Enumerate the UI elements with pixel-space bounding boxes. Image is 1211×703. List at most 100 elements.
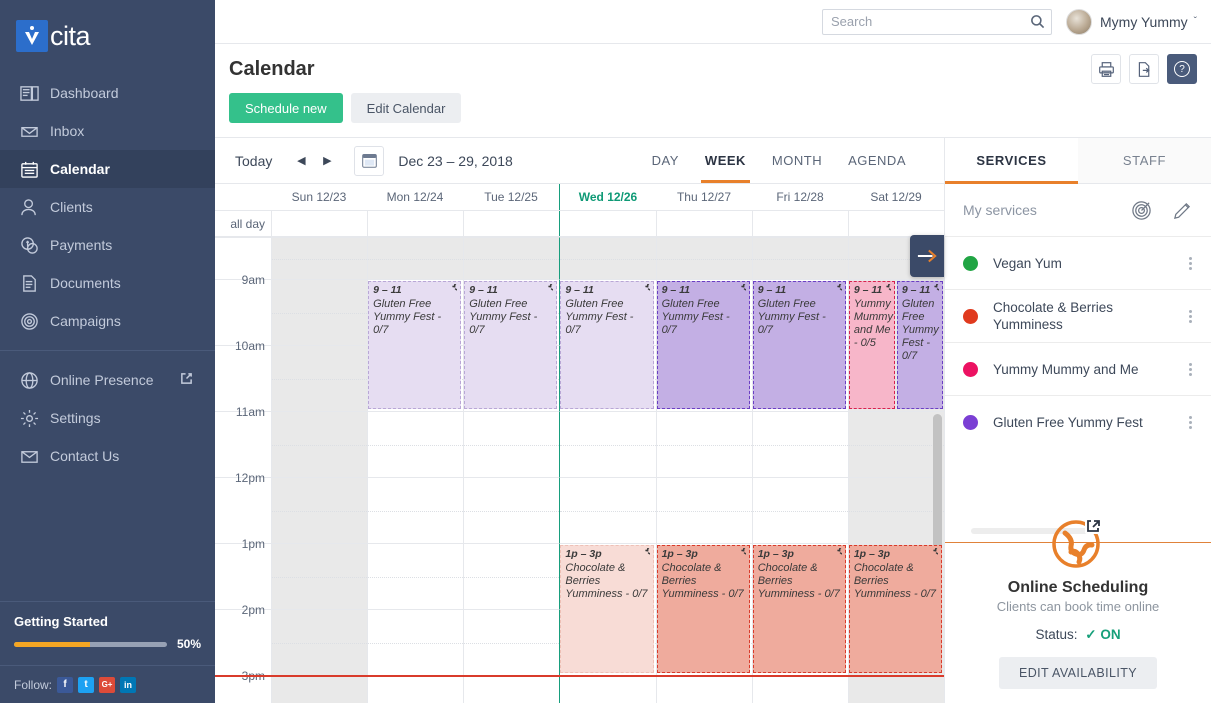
service-menu-icon[interactable] [1183,362,1197,376]
calendar-cell[interactable] [271,279,368,345]
all-day-cell[interactable] [847,211,944,236]
sidebar-item-documents[interactable]: Documents [0,264,215,302]
calendar-cell[interactable] [463,477,560,543]
sidebar-item-clients[interactable]: Clients [0,188,215,226]
service-list-item[interactable]: Chocolate & Berries Yumminess [945,289,1211,342]
sidebar-item-contact-us[interactable]: Contact Us [0,437,215,475]
calendar-cell[interactable] [559,477,656,543]
calendar-cell[interactable] [751,675,848,703]
calendar-event[interactable]: 9 – 11 Yummy Mummy and Me - 0/5 [848,281,895,409]
edit-calendar-button[interactable]: Edit Calendar [350,93,462,123]
today-button[interactable]: Today [229,153,278,169]
service-menu-icon[interactable] [1183,309,1197,323]
calendar-cell[interactable] [271,411,368,477]
calendar-cell[interactable] [271,345,368,411]
calendar-cell[interactable] [367,609,464,675]
all-day-cell[interactable] [271,211,367,236]
sidebar-item-payments[interactable]: Payments [0,226,215,264]
calendar-cell[interactable] [847,411,944,477]
calendar-cell[interactable] [847,675,944,703]
search-input[interactable] [822,8,1053,35]
calendar-cell[interactable] [655,411,752,477]
calendar-cell[interactable] [655,237,752,279]
sidebar-item-dashboard[interactable]: Dashboard [0,74,215,112]
day-header-fri[interactable]: Fri 12/28 [752,184,848,210]
facebook-icon[interactable]: f [57,676,74,693]
brand-logo[interactable]: cita [0,0,215,72]
getting-started-widget[interactable]: Getting Started 50% [0,601,215,665]
pencil-icon[interactable] [1172,200,1193,221]
calendar-cell[interactable] [463,543,560,609]
calendar-cell[interactable] [655,477,752,543]
linkedin-icon[interactable]: in [120,676,137,693]
panel-toggle-button[interactable] [910,235,944,277]
calendar-cell[interactable] [271,237,368,279]
schedule-new-button[interactable]: Schedule new [229,93,343,123]
all-day-cell[interactable] [751,211,848,236]
service-list-item[interactable]: Gluten Free Yummy Fest [945,395,1211,448]
calendar-cell[interactable] [655,675,752,703]
calendar-cell[interactable] [367,543,464,609]
calendar-cell[interactable] [367,237,464,279]
calendar-cell[interactable] [271,477,368,543]
calendar-cell[interactable] [271,675,368,703]
target-icon[interactable] [1131,200,1152,221]
calendar-cell[interactable] [559,411,656,477]
calendar-cell[interactable] [367,477,464,543]
calendar-event[interactable]: 9 – 11 Gluten Free Yummy Fest - 0/7 [560,281,654,409]
day-header-wed[interactable]: Wed 12/26 [559,184,656,210]
calendar-cell[interactable] [463,237,560,279]
calendar-grid-scroll[interactable]: 9am 10am 11am 12pm 1pm 2pm 3pm 9 – 11 Gluten Fre… [215,237,944,703]
calendar-event[interactable]: 9 – 11 Gluten Free Yummy Fest - 0/7 [656,281,750,409]
calendar-event[interactable]: 1p – 3p Chocolate & Berries Yumminess - 0… [752,545,846,673]
sidebar-item-settings[interactable]: Settings [0,399,215,437]
prev-week-button[interactable]: ◀ [292,152,310,170]
all-day-cell[interactable] [367,211,463,236]
view-week[interactable]: WEEK [700,138,750,183]
view-month[interactable]: MONTH [772,138,822,183]
calendar-event[interactable]: 1p – 3p Chocolate & Berries Yumminess - 0… [848,545,942,673]
tab-staff[interactable]: STAFF [1078,138,1211,183]
calendar-cell[interactable] [559,237,656,279]
all-day-cell[interactable] [655,211,752,236]
calendar-event[interactable]: 1p – 3p Chocolate & Berries Yumminess - 0… [560,545,654,673]
service-menu-icon[interactable] [1183,415,1197,429]
calendar-cell[interactable] [367,675,464,703]
date-picker-button[interactable] [354,145,385,176]
day-header-thu[interactable]: Thu 12/27 [656,184,752,210]
calendar-cell[interactable] [463,411,560,477]
all-day-cell[interactable] [559,211,655,236]
share-icon[interactable] [1129,54,1159,84]
calendar-cell[interactable] [751,237,848,279]
calendar-cell[interactable] [847,477,944,543]
calendar-event[interactable]: 9 – 11 Gluten Free Yummy Fest - 0/7 [368,281,462,409]
twitter-icon[interactable]: t [78,676,95,693]
calendar-cell[interactable] [463,609,560,675]
calendar-cell[interactable] [463,675,560,703]
all-day-cell[interactable] [463,211,559,236]
calendar-event[interactable]: 9 – 11 Gluten Free Yummy Fest - 0/7 [896,281,943,409]
service-list-item[interactable]: Yummy Mummy and Me [945,342,1211,395]
next-week-button[interactable]: ▶ [318,152,336,170]
calendar-scrollbar-thumb[interactable] [933,414,942,564]
sidebar-item-inbox[interactable]: Inbox [0,112,215,150]
service-list-item[interactable]: Vegan Yum [945,236,1211,289]
calendar-cell[interactable] [751,477,848,543]
calendar-cell[interactable] [559,675,656,703]
print-icon[interactable] [1091,54,1121,84]
calendar-event[interactable]: 9 – 11 Gluten Free Yummy Fest - 0/7 [752,281,846,409]
search-icon[interactable] [1030,14,1045,32]
calendar-cell[interactable] [271,543,368,609]
sidebar-item-campaigns[interactable]: Campaigns [0,302,215,340]
sidebar-item-online-presence[interactable]: Online Presence [0,361,215,399]
view-day[interactable]: DAY [652,138,679,183]
day-header-sun[interactable]: Sun 12/23 [271,184,367,210]
day-header-tue[interactable]: Tue 12/25 [463,184,559,210]
view-agenda[interactable]: AGENDA [848,138,906,183]
help-icon[interactable]: ? [1167,54,1197,84]
edit-availability-button[interactable]: EDIT AVAILABILITY [999,657,1157,689]
calendar-event[interactable]: 9 – 11 Gluten Free Yummy Fest - 0/7 [464,281,558,409]
service-menu-icon[interactable] [1183,256,1197,270]
calendar-cell[interactable] [271,609,368,675]
user-menu[interactable]: Mymy Yummy ˇ [1066,8,1197,35]
